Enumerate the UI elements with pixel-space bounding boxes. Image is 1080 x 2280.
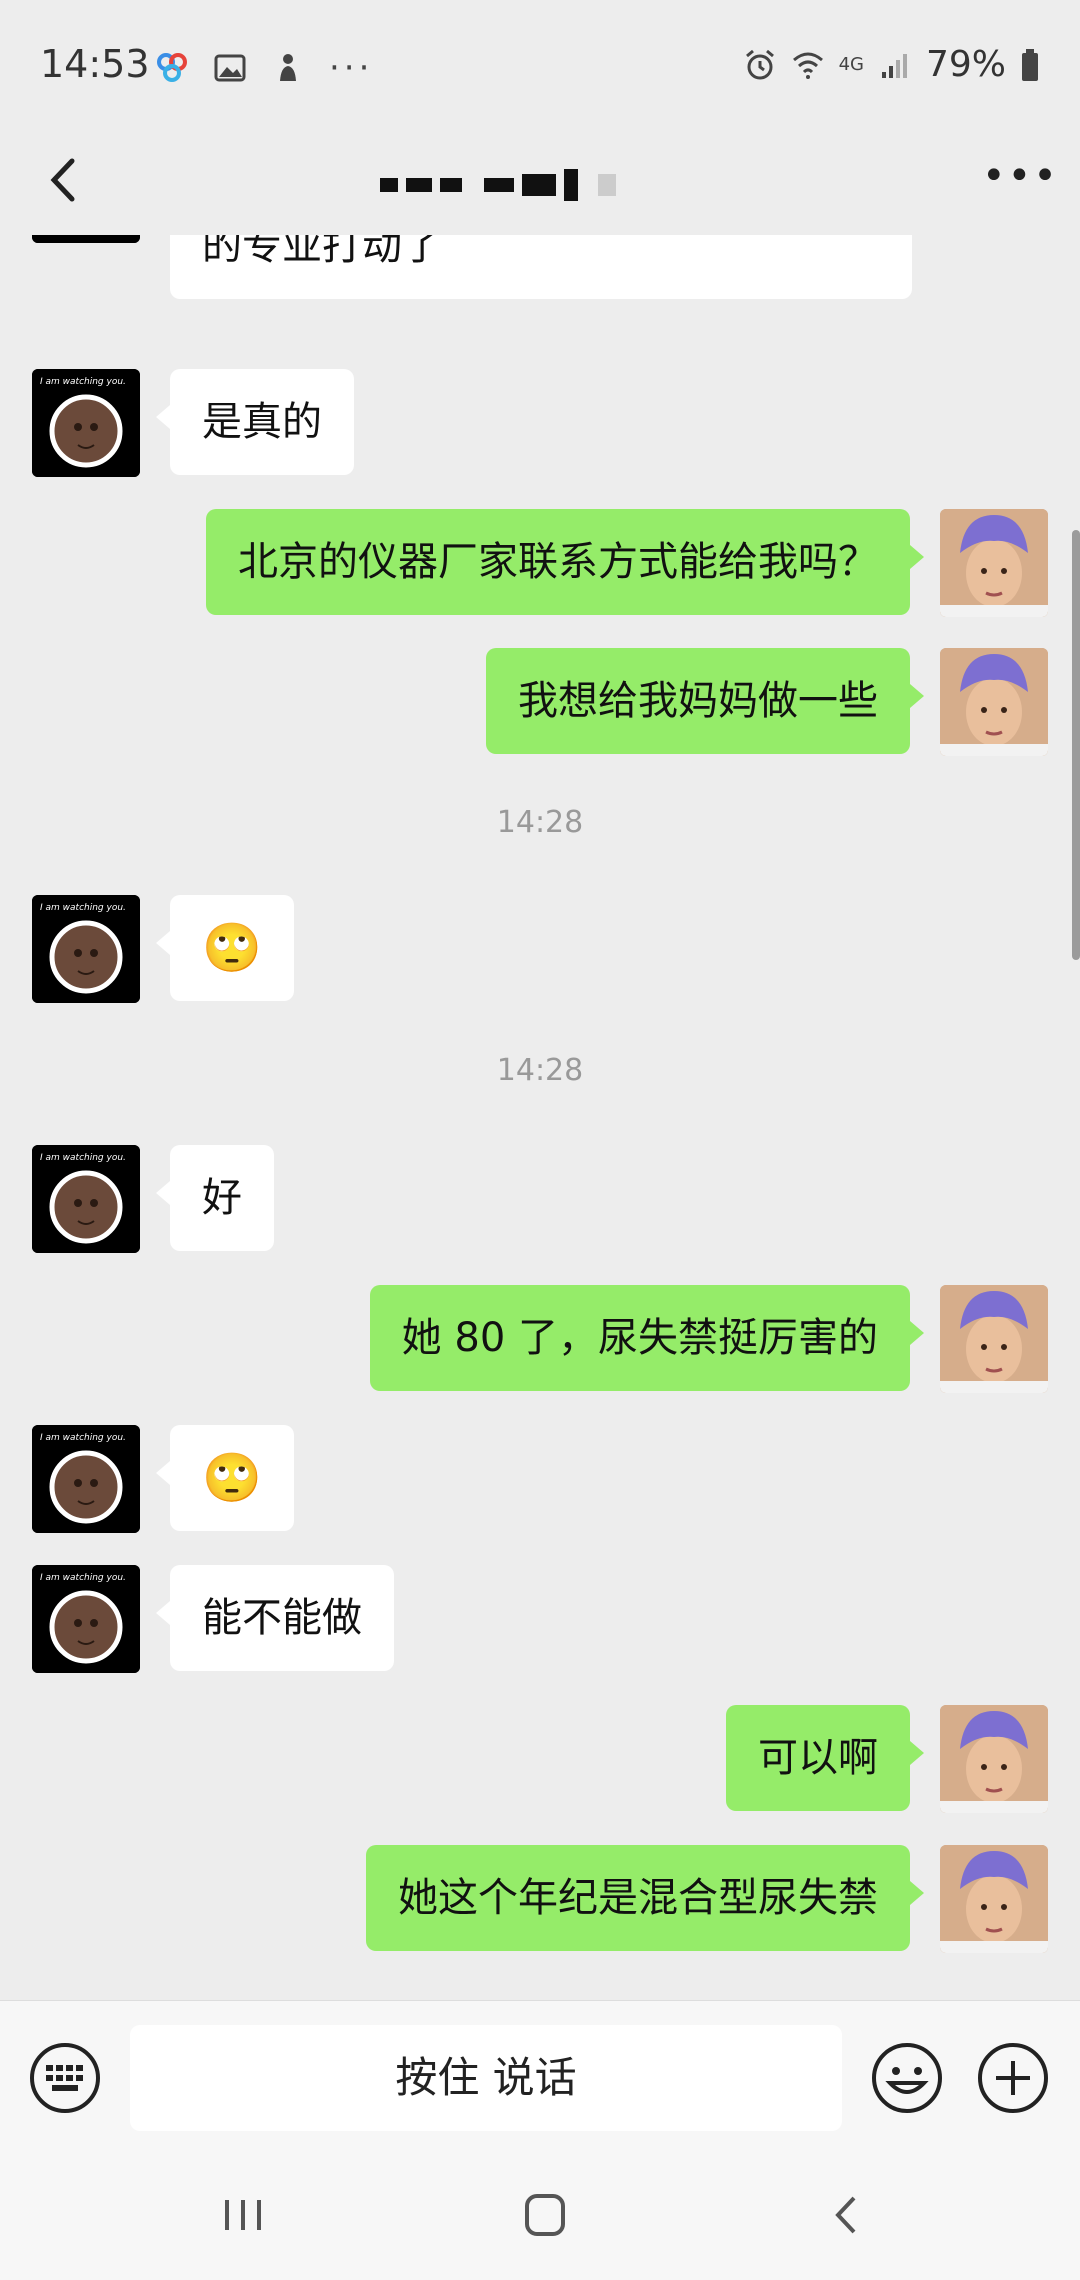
svg-text:I am watching you.: I am watching you. (40, 903, 126, 913)
emoji-message-bubble[interactable]: 🙄 (156, 1425, 294, 1531)
recent-apps-icon[interactable] (213, 2190, 273, 2240)
message-bubble[interactable]: 是真的 (156, 369, 354, 475)
message-bubble[interactable]: 她这个年纪是混合型尿失禁 (366, 1845, 924, 1951)
scrollbar[interactable] (1072, 530, 1080, 960)
system-icons: 4G 79% (743, 44, 1040, 85)
signal-icon (881, 53, 907, 78)
battery-percent: 79% (925, 44, 1006, 85)
back-button[interactable] (28, 145, 98, 215)
message-list[interactable]: 我也是很惊喜，其实我真的是被你的专业打动了 I am watching you. 是… (0, 235, 1080, 2000)
message-bubble[interactable]: 能不能做 (156, 1565, 394, 1671)
app-icon (280, 54, 296, 81)
message-timestamp: 14:28 (496, 805, 584, 840)
status-time: 14:53 (40, 42, 150, 86)
emoji-message-bubble[interactable]: 🙄 (156, 895, 294, 1001)
status-bar: 14:53 ··· 4G 79% (0, 0, 1080, 135)
message-bubble[interactable]: 北京的仪器厂家联系方式能给我吗？ (206, 509, 924, 615)
emoji-button[interactable] (870, 2041, 944, 2115)
contact-name-redacted (380, 160, 710, 210)
home-icon[interactable] (515, 2190, 575, 2240)
avatar-contact[interactable]: I am watching you. (32, 895, 140, 1003)
nav-back-icon[interactable] (818, 2190, 878, 2240)
more-notifications-icon: ··· (329, 48, 374, 88)
more-options-button[interactable]: ••• (982, 153, 1057, 213)
message-bubble[interactable]: 可以啊 (726, 1705, 924, 1811)
avatar-contact[interactable]: I am watching you. (32, 1565, 140, 1673)
battery-icon (1022, 48, 1038, 81)
avatar-contact[interactable]: I am watching you. (32, 1425, 140, 1533)
avatar-self[interactable] (940, 1705, 1048, 1813)
gallery-icon (214, 54, 246, 82)
network-type: 4G (838, 54, 864, 75)
svg-text:I am watching you.: I am watching you. (40, 1573, 126, 1583)
avatar-contact[interactable]: I am watching you. (32, 369, 140, 477)
avatar-self[interactable] (940, 1845, 1048, 1953)
message-timestamp: 14:28 (496, 1053, 584, 1088)
svg-text:I am watching you.: I am watching you. (40, 377, 126, 387)
app-cluster-icon (157, 53, 187, 82)
system-nav-bar (0, 2150, 1080, 2280)
keyboard-toggle-button[interactable] (28, 2041, 102, 2115)
chat-header: ••• (0, 135, 1080, 235)
input-bar: 按住 说话 (0, 2000, 1080, 2151)
notification-icons: ··· (155, 48, 373, 88)
message-text-line: 的专业打动了 (202, 235, 442, 269)
message-bubble[interactable]: 我想给我妈妈做一些 (486, 648, 924, 754)
message-bubble[interactable]: 她 80 了，尿失禁挺厉害的 (369, 1285, 925, 1391)
avatar-contact[interactable]: I am watching you. (32, 1145, 140, 1253)
hold-to-talk-button[interactable]: 按住 说话 (130, 2025, 842, 2131)
message-bubble[interactable]: 好 (156, 1145, 274, 1251)
svg-text:I am watching you.: I am watching you. (40, 1433, 126, 1443)
avatar-self[interactable] (940, 509, 1048, 617)
wifi-icon (792, 52, 823, 79)
plus-button[interactable] (976, 2041, 1050, 2115)
avatar-self[interactable] (940, 648, 1048, 756)
message-bubble[interactable]: 我也是很惊喜，其实我真的是被你的专业打动了 (170, 235, 912, 299)
avatar-contact[interactable]: I am watching you. (32, 235, 140, 243)
alarm-icon (745, 49, 774, 79)
avatar-self[interactable] (940, 1285, 1048, 1393)
svg-text:I am watching you.: I am watching you. (40, 1153, 126, 1163)
